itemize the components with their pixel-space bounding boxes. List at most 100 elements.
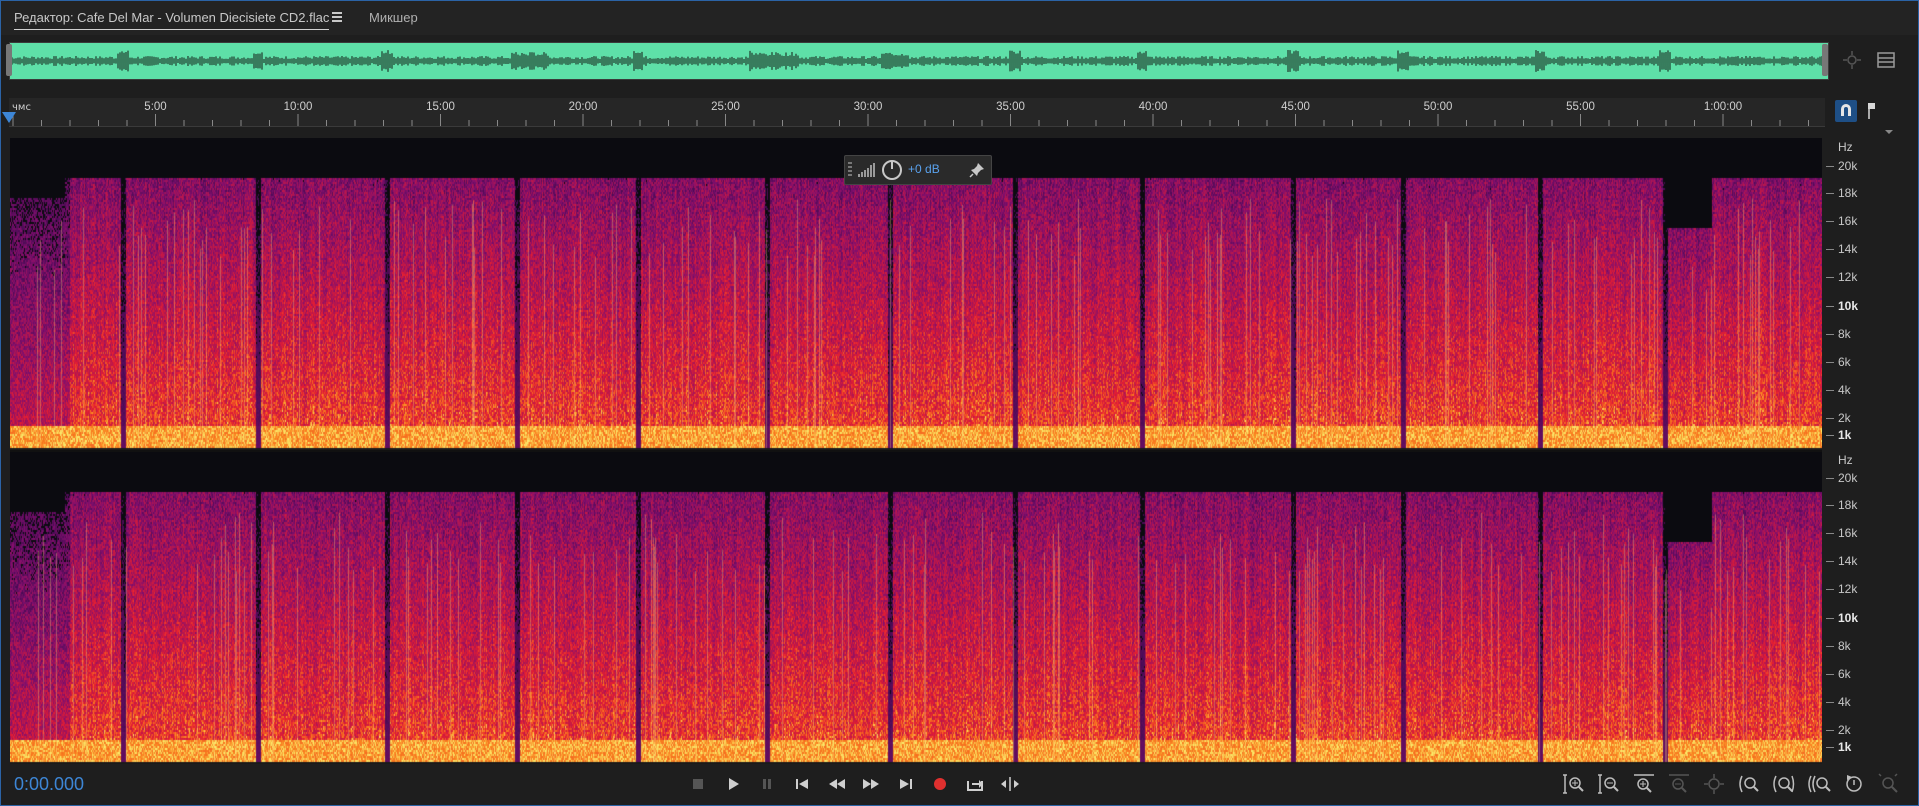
zoom-in-amplitude-button[interactable]: [1562, 772, 1586, 796]
hz-label: 12k: [1838, 270, 1858, 284]
marker-icon[interactable]: [1864, 101, 1880, 121]
zoom-reset-icon: [1846, 775, 1862, 792]
hz-label: 20k: [1838, 471, 1858, 485]
hz-label: 2k: [1838, 411, 1851, 425]
go-to-start-icon: [796, 779, 808, 789]
rewind-icon: [829, 779, 845, 789]
hz-tick: [1826, 533, 1834, 534]
pin-icon[interactable]: [969, 162, 985, 178]
loop-icon: [967, 780, 983, 791]
rewind-button[interactable]: [825, 772, 849, 796]
zoom-selection-button[interactable]: [1737, 772, 1761, 796]
panel-menu-icon[interactable]: [332, 12, 342, 22]
hz-tick: [1826, 674, 1834, 675]
volume-knob-icon[interactable]: [881, 159, 903, 181]
tab-mixer[interactable]: Микшер: [369, 10, 418, 25]
hz-label: 8k: [1838, 327, 1851, 341]
hz-tick: [1826, 193, 1834, 194]
hud-gain-value[interactable]: +0 dB: [908, 162, 940, 176]
hz-tick: [1826, 747, 1834, 748]
hz-tick: [1826, 730, 1834, 731]
panel-list-icon[interactable]: [1876, 50, 1896, 70]
zoom-out-full-button[interactable]: [1877, 772, 1901, 796]
spectral-display-channel-right[interactable]: [10, 450, 1822, 764]
play-button[interactable]: [721, 772, 745, 796]
zoom-out-amplitude-button[interactable]: [1597, 772, 1621, 796]
hz-tick: [1826, 306, 1834, 307]
skip-selection-button[interactable]: [998, 772, 1022, 796]
zoom-out-time-button[interactable]: [1667, 772, 1691, 796]
hz-tick: [1826, 418, 1834, 419]
go-to-end-icon: [900, 779, 912, 789]
hz-tick: [1826, 478, 1834, 479]
hz-tick: [1826, 646, 1834, 647]
hz-label: 18k: [1838, 186, 1858, 200]
zoom-in-amplitude-icon: [1563, 774, 1584, 794]
zoom-in-left-icon: [1773, 775, 1795, 793]
fast-forward-button[interactable]: [859, 772, 883, 796]
zoom-in-right-icon: [1808, 775, 1831, 793]
zoom-in-time-icon: [1634, 774, 1654, 793]
hz-label: 2k: [1838, 723, 1851, 737]
chevron-down-icon[interactable]: [1884, 128, 1894, 136]
current-time-display[interactable]: 0:00.000: [14, 774, 84, 795]
zoom-selection-icon: [1739, 775, 1759, 793]
hz-tick: [1826, 249, 1834, 250]
pause-icon: [763, 779, 771, 789]
hz-label: 14k: [1838, 242, 1858, 256]
zoom-in-time-button[interactable]: [1632, 772, 1656, 796]
zoom-in-left-button[interactable]: [1772, 772, 1796, 796]
scroll-grip[interactable]: [947, 130, 977, 144]
zoom-full-icon: [1704, 774, 1724, 794]
panel-tab-bar: Редактор: Cafe Del Mar - Volumen Diecisi…: [1, 1, 1918, 35]
fast-forward-icon: [863, 779, 879, 789]
overview-right-handle[interactable]: [1822, 44, 1828, 76]
hz-label: 16k: [1838, 526, 1858, 540]
overview-left-handle[interactable]: [6, 44, 12, 76]
hz-label: 8k: [1838, 639, 1851, 653]
zoom-out-amplitude-icon: [1598, 774, 1619, 794]
zoom-navigator-icon[interactable]: [1842, 50, 1862, 70]
hz-label: 4k: [1838, 695, 1851, 709]
hud-grip-icon[interactable]: [847, 161, 853, 179]
hz-label: 10k: [1838, 611, 1859, 625]
loop-button[interactable]: [963, 772, 987, 796]
hz-label: 20k: [1838, 159, 1858, 173]
hz-tick: [1826, 589, 1834, 590]
hz-unit-label: Hz: [1838, 140, 1853, 154]
hz-label: 6k: [1838, 667, 1851, 681]
hz-tick: [1826, 390, 1834, 391]
stop-button[interactable]: [686, 772, 710, 796]
hz-label: 14k: [1838, 554, 1858, 568]
go-to-end-button[interactable]: [894, 772, 918, 796]
magnet-icon: [1841, 104, 1851, 116]
zoom-reset-button[interactable]: [1842, 772, 1866, 796]
time-ruler[interactable]: чмс 5:00 10:00 15:00 20:00 25:00 30:00 35:00 40…: [9, 98, 1825, 127]
level-meter-icon: [858, 163, 875, 177]
zoom-out-full-icon: [1878, 773, 1898, 793]
ruler-tick-marks: [12, 114, 1809, 126]
record-button[interactable]: [928, 772, 952, 796]
zoom-full-button[interactable]: [1702, 772, 1726, 796]
pause-button[interactable]: [755, 772, 779, 796]
record-icon: [934, 778, 946, 790]
zoom-in-right-button[interactable]: [1807, 772, 1831, 796]
hz-tick: [1826, 702, 1834, 703]
hz-tick: [1826, 618, 1834, 619]
skip-selection-icon: [1001, 777, 1019, 791]
hz-tick: [1826, 561, 1834, 562]
hz-tick: [1826, 334, 1834, 335]
hz-tick: [1826, 166, 1834, 167]
frequency-scale-right: Hz 20k 18k 16k 14k 12k 10k 8k 6k 4k 2k 1k: [1824, 450, 1919, 762]
amplitude-hud: +0 dB: [844, 155, 992, 185]
tab-editor[interactable]: Редактор: Cafe Del Mar - Volumen Diecisi…: [14, 10, 330, 30]
zoom-out-time-icon: [1669, 774, 1689, 793]
go-to-start-button[interactable]: [790, 772, 814, 796]
hz-label: 6k: [1838, 355, 1851, 369]
hz-unit-label: Hz: [1838, 453, 1853, 467]
snap-toggle-button[interactable]: [1835, 100, 1857, 122]
hz-tick: [1826, 362, 1834, 363]
playhead-marker[interactable]: [2, 112, 16, 123]
overview-waveform[interactable]: [9, 42, 1829, 80]
stop-icon: [693, 779, 703, 789]
